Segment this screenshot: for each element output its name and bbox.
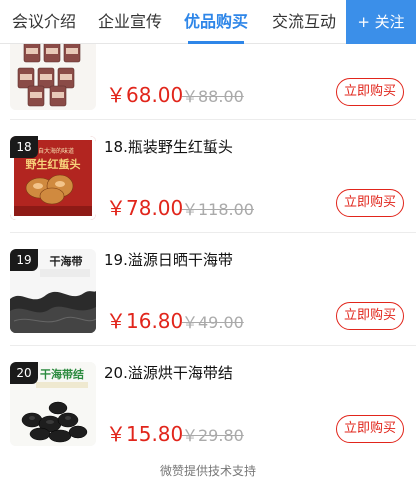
follow-button[interactable]: + 关注	[346, 0, 416, 44]
product-original-price: ￥49.00	[182, 313, 244, 332]
list-item[interactable]: 干海带结 20 20.溢源烘干海带结 ￥15.80 ￥29.80 立即购买	[0, 346, 416, 456]
tab-meeting-intro[interactable]: 会议介绍	[6, 0, 82, 44]
thumb-product-text: 干海带结	[40, 367, 84, 381]
tab-interaction[interactable]: 交流互动	[266, 0, 342, 44]
thumb-slogan-text: 来自大海的味道	[32, 147, 74, 155]
rank-badge: 19	[10, 249, 38, 271]
tab-company-promo[interactable]: 企业宣传	[92, 0, 168, 44]
rank-badge: 20	[10, 362, 38, 384]
buy-now-button[interactable]: 立即购买	[336, 302, 404, 330]
thumb-product-text: 干海带	[50, 254, 83, 268]
list-item[interactable]: 来自大海的味道 野生红蜇头 18 18.瓶装野生红蜇头 ￥78.00 ￥118.…	[0, 120, 416, 233]
buy-now-button[interactable]: 立即购买	[336, 78, 404, 106]
product-name[interactable]: 19.溢源日晒干海带	[104, 249, 233, 270]
buy-now-button[interactable]: 立即购买	[336, 415, 404, 443]
top-nav: 会议介绍 企业宣传 优品购买 交流互动 + 关注	[0, 0, 416, 44]
tab-product-purchase[interactable]: 优品购买	[178, 0, 254, 44]
rank-badge: 18	[10, 136, 38, 158]
buy-now-button[interactable]: 立即购买	[336, 189, 404, 217]
product-price: ￥78.00	[106, 196, 184, 220]
product-price: ￥16.80	[106, 309, 184, 333]
product-price: ￥15.80	[106, 422, 184, 446]
list-item[interactable]: 干海带 19 19.溢源日晒干海带 ￥16.80 ￥49.00 立即购买	[0, 233, 416, 346]
footer-credit: 微赞提供技术支持	[159, 464, 256, 478]
product-name[interactable]: 20.溢源烘干海带结	[104, 362, 233, 383]
product-original-price: ￥29.80	[182, 426, 244, 445]
product-price: ￥68.00	[106, 83, 184, 107]
product-name[interactable]: 18.瓶装野生红蜇头	[104, 136, 233, 157]
thumb-product-text: 野生红蜇头	[26, 157, 81, 171]
product-original-price: ￥118.00	[182, 200, 254, 219]
product-original-price: ￥88.00	[182, 87, 244, 106]
